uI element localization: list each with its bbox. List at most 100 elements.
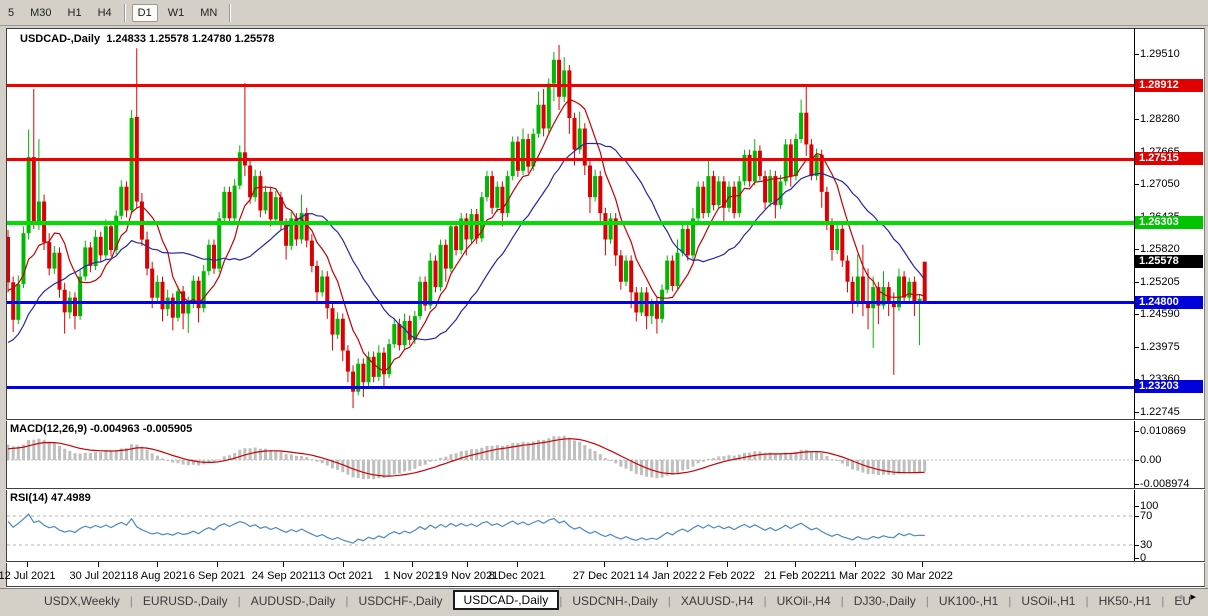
tab-eurusd-daily[interactable]: EURUSD-,Daily bbox=[133, 592, 238, 610]
date-tick bbox=[157, 562, 158, 567]
price-tick bbox=[1134, 119, 1139, 120]
price-tick bbox=[1134, 347, 1139, 348]
tab-audusd-daily[interactable]: AUDUSD-,Daily bbox=[241, 592, 346, 610]
date-tick bbox=[667, 562, 668, 567]
price-level-badge: 1.26303 bbox=[1135, 216, 1203, 229]
rsi-scale-tick bbox=[1134, 545, 1139, 546]
tab-scroll-arrows: ◂▸ bbox=[1177, 590, 1204, 603]
date-label: 24 Sep 2021 bbox=[252, 570, 314, 582]
pane-separator bbox=[6, 586, 1205, 588]
date-tick bbox=[604, 562, 605, 567]
tab-usdcnh-daily[interactable]: USDCNH-,Daily bbox=[562, 592, 667, 610]
scroll-left-icon[interactable]: ◂ bbox=[1177, 591, 1191, 603]
date-tick bbox=[727, 562, 728, 567]
macd-scale-tick bbox=[1134, 484, 1139, 485]
price-tick bbox=[1134, 314, 1139, 315]
macd-scale-tick bbox=[1134, 460, 1139, 461]
price-tick bbox=[1134, 184, 1139, 185]
date-tick bbox=[795, 562, 796, 567]
timeframe-toolbar: 5M30 H1H4 D1W1MN bbox=[0, 0, 1208, 26]
price-level-line[interactable] bbox=[7, 158, 1134, 161]
tab-usdcad-daily[interactable]: USDCAD-,Daily bbox=[453, 590, 560, 610]
date-tick bbox=[98, 562, 99, 567]
price-tick-label: 1.24590 bbox=[1140, 308, 1180, 320]
rsi-scale-label: 0 bbox=[1140, 552, 1146, 564]
price-tick bbox=[1134, 412, 1139, 413]
timeframe-button-d1[interactable]: D1 bbox=[132, 4, 158, 22]
rsi-scale-tick bbox=[1134, 516, 1139, 517]
date-tick bbox=[855, 562, 856, 567]
date-tick bbox=[283, 562, 284, 567]
price-level-line[interactable] bbox=[7, 301, 1134, 304]
price-tick-label: 1.27050 bbox=[1140, 178, 1180, 190]
price-tick bbox=[1134, 54, 1139, 55]
date-label: 13 Oct 2021 bbox=[313, 570, 373, 582]
price-level-line[interactable] bbox=[7, 386, 1134, 389]
price-level-line[interactable] bbox=[7, 84, 1134, 87]
toolbar-separator bbox=[124, 4, 126, 22]
price-tick-label: 1.25205 bbox=[1140, 276, 1180, 288]
price-tick-label: 1.23975 bbox=[1140, 341, 1180, 353]
date-label: 1 Nov 2021 bbox=[384, 570, 440, 582]
date-label: 11 Mar 2022 bbox=[825, 570, 886, 582]
macd-scale-label: 0.00 bbox=[1140, 454, 1161, 466]
tab-usdchf-daily[interactable]: USDCHF-,Daily bbox=[349, 592, 453, 610]
price-level-badge: 1.27515 bbox=[1135, 152, 1203, 165]
macd-scale-label: -0.008974 bbox=[1140, 478, 1190, 490]
timeframe-button-h4[interactable]: H4 bbox=[92, 4, 118, 22]
date-tick bbox=[467, 562, 468, 567]
timeframe-button-5[interactable]: 5 bbox=[2, 4, 20, 22]
timeframe-button-w1[interactable]: W1 bbox=[162, 4, 191, 22]
macd-scale-label: 0.010869 bbox=[1140, 425, 1186, 437]
tab-xauusd-h4[interactable]: XAUUSD-,H4 bbox=[671, 592, 764, 610]
pane-separator bbox=[6, 488, 1205, 490]
rsi-scale-tick bbox=[1134, 558, 1139, 559]
date-label: 18 Aug 2021 bbox=[126, 570, 188, 582]
date-tick bbox=[412, 562, 413, 567]
price-tick bbox=[1134, 249, 1139, 250]
date-tick bbox=[217, 562, 218, 567]
date-label: 21 Feb 2022 bbox=[764, 570, 826, 582]
tab-ukoil-h4[interactable]: UKOil-,H4 bbox=[767, 592, 841, 610]
rsi-scale-label: 30 bbox=[1140, 539, 1152, 551]
macd-scale-tick bbox=[1134, 431, 1139, 432]
macd-canvas bbox=[7, 421, 1134, 487]
pane-separator bbox=[6, 561, 1205, 563]
scroll-right-icon[interactable]: ▸ bbox=[1190, 591, 1204, 603]
date-label: 8 Dec 2021 bbox=[489, 570, 545, 582]
date-label: 30 Jul 2021 bbox=[70, 570, 127, 582]
price-level-badge: 1.28912 bbox=[1135, 79, 1203, 92]
date-label: 27 Dec 2021 bbox=[573, 570, 635, 582]
tab-dj30-daily[interactable]: DJ30-,Daily bbox=[844, 592, 926, 610]
date-tick bbox=[922, 562, 923, 567]
price-tick-label: 1.29510 bbox=[1140, 48, 1180, 60]
price-tick-label: 1.25820 bbox=[1140, 243, 1180, 255]
tab-usdx-weekly[interactable]: USDX,Weekly bbox=[34, 592, 130, 610]
tab-hk50-h1[interactable]: HK50-,H1 bbox=[1089, 592, 1162, 610]
price-tick bbox=[1134, 282, 1139, 283]
date-label: 30 Mar 2022 bbox=[891, 570, 953, 582]
date-tick bbox=[27, 562, 28, 567]
rsi-scale-label: 70 bbox=[1140, 510, 1152, 522]
date-label: 12 Jul 2021 bbox=[0, 570, 55, 582]
chart-tab-bar: USDX,Weekly|EURUSD-,Daily|AUDUSD-,Daily|… bbox=[0, 588, 1208, 612]
date-label: 2 Feb 2022 bbox=[699, 570, 755, 582]
price-level-badge: 1.23203 bbox=[1135, 380, 1203, 393]
date-label: 14 Jan 2022 bbox=[637, 570, 698, 582]
pane-separator bbox=[6, 419, 1205, 421]
tab-usoil-h1[interactable]: USOil-,H1 bbox=[1011, 592, 1085, 610]
price-level-line[interactable] bbox=[7, 221, 1134, 225]
current-price-badge: 1.25578 bbox=[1135, 255, 1203, 268]
price-tick-label: 1.22745 bbox=[1140, 406, 1180, 418]
timeframe-button-h1[interactable]: H1 bbox=[62, 4, 88, 22]
price-tick-label: 1.28280 bbox=[1140, 113, 1180, 125]
timeframe-button-m30[interactable]: M30 bbox=[24, 4, 57, 22]
date-tick bbox=[517, 562, 518, 567]
rsi-canvas bbox=[7, 490, 1134, 561]
price-level-badge: 1.24800 bbox=[1135, 296, 1203, 309]
date-label: 6 Sep 2021 bbox=[189, 570, 245, 582]
tab-uk100-h1[interactable]: UK100-,H1 bbox=[929, 592, 1008, 610]
rsi-scale-tick bbox=[1134, 506, 1139, 507]
toolbar-separator bbox=[229, 4, 231, 22]
timeframe-button-mn[interactable]: MN bbox=[194, 4, 223, 22]
